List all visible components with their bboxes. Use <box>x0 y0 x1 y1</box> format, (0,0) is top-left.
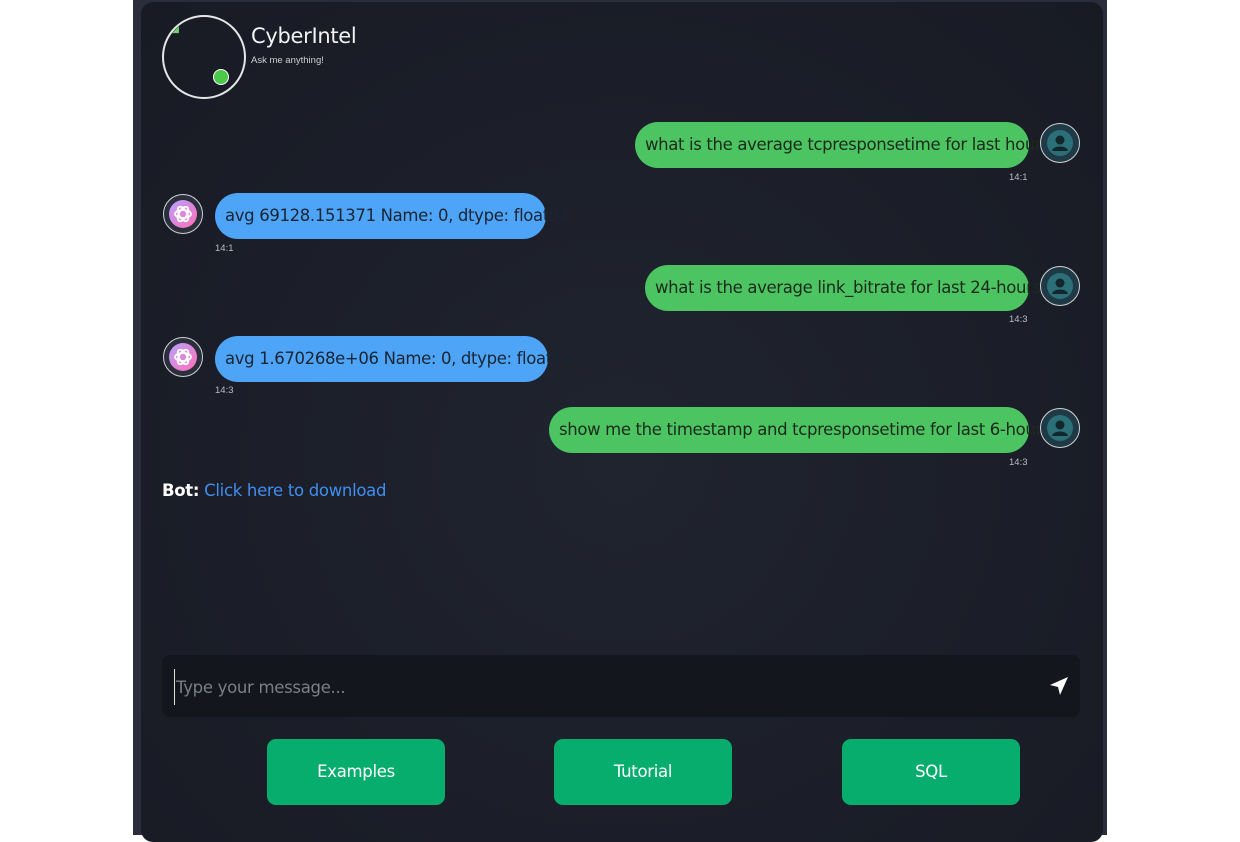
message-input[interactable] <box>174 669 1028 705</box>
openai-logo-icon <box>169 343 197 371</box>
message-time: 14:1 <box>215 243 234 254</box>
bot-label: Bot: <box>162 481 200 500</box>
user-message: show me the timestamp and tcpresponsetim… <box>549 407 1055 453</box>
online-status-dot <box>213 69 229 85</box>
tutorial-button[interactable]: Tutorial <box>554 739 732 805</box>
bot-avatar <box>163 337 203 377</box>
bot-message: avg 69128.151371 Name: 0, dtype: float64 <box>215 193 570 239</box>
message-time: 14:1 <box>1009 172 1028 183</box>
message-time: 14:3 <box>215 385 234 396</box>
user-icon <box>1047 273 1073 299</box>
openai-logo-icon <box>169 200 197 228</box>
user-message: what is the average tcpresponsetime for … <box>635 122 1050 168</box>
bot-profile-avatar: ◢ <box>162 15 246 99</box>
send-icon[interactable] <box>1048 675 1070 697</box>
user-icon <box>1047 415 1073 441</box>
message-time: 14:3 <box>1009 457 1028 468</box>
app-title: CyberIntel <box>251 24 357 48</box>
user-icon <box>1047 130 1073 156</box>
examples-button[interactable]: Examples <box>267 739 445 805</box>
user-avatar <box>1040 123 1080 163</box>
user-avatar <box>1040 266 1080 306</box>
bot-download-message: Bot: Click here to download <box>162 481 386 500</box>
sql-button[interactable]: SQL <box>842 739 1020 805</box>
user-message: what is the average link_bitrate for las… <box>645 265 1050 311</box>
message-time: 14:3 <box>1009 314 1028 325</box>
message-input-bar <box>162 655 1080 717</box>
bot-message: avg 1.670268e+06 Name: 0, dtype: float64 <box>215 336 573 382</box>
bot-avatar <box>163 194 203 234</box>
broken-image-icon: ◢ <box>172 24 179 34</box>
app-subtitle: Ask me anything! <box>251 55 324 66</box>
download-link[interactable]: Click here to download <box>204 481 386 500</box>
user-avatar <box>1040 408 1080 448</box>
